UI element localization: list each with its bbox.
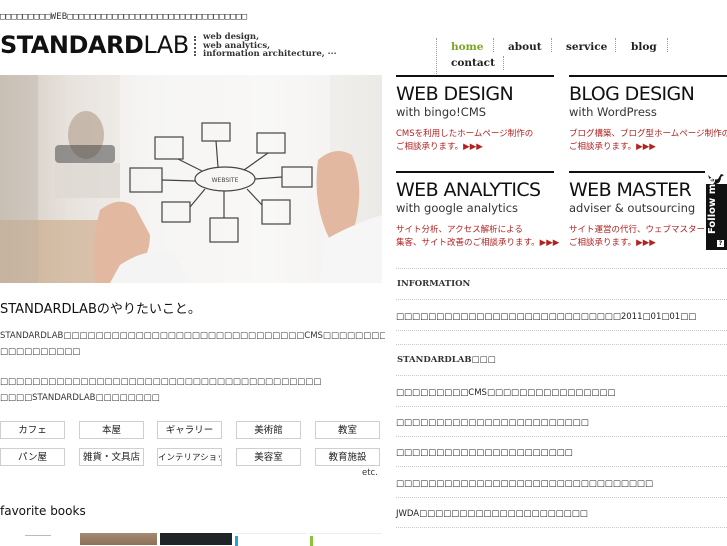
nav-home[interactable]: home: [451, 41, 483, 53]
intro-line: □□□□STANDARDLAB□□□□□□□□: [0, 393, 160, 403]
card-description: サイト分析、アクセス解析による 集客、サイト改善のご相談承ります。▶▶▶: [396, 225, 560, 248]
divider: [396, 497, 727, 498]
tag-stationery: 雑貨・文具店: [79, 448, 144, 466]
card-title: WEB MASTER: [569, 179, 692, 201]
nav-divider: [551, 38, 552, 52]
books-title: favorite books: [0, 504, 86, 518]
divider: [396, 375, 727, 376]
site-tagline: □□□□□□□□□WEB□□□□□□□□□□□□□□□□□□□□□□□□□□□□…: [0, 12, 248, 22]
site-logo[interactable]: STANDARD LAB: [0, 30, 189, 60]
logo-sub-line: information architecture, ···: [203, 49, 337, 59]
service-card-blog-design[interactable]: BLOG DESIGN with WordPress ブログ構築、ブログ型ホーム…: [569, 75, 727, 165]
divider: [396, 344, 727, 345]
nav-divider: [503, 56, 504, 70]
card-subtitle: adviser & outsourcing: [569, 201, 696, 215]
divider: [396, 436, 727, 437]
card-subtitle: with google analytics: [396, 201, 519, 215]
standardlab-item[interactable]: JWDA□□□□□□□□□□□□□□□□□□□□□: [396, 509, 588, 519]
tag-education: 教育施設: [315, 448, 380, 466]
divider: [396, 330, 727, 331]
diagram-center-label: WEBSITE: [212, 177, 239, 184]
tag-bookstore: 本屋: [79, 421, 144, 439]
card-rule: [396, 171, 554, 173]
service-card-web-analytics[interactable]: WEB ANALYTICS with google analytics サイト分…: [396, 171, 559, 261]
divider: [396, 268, 727, 269]
tag-classroom: 教室: [315, 421, 380, 439]
hero-image: WEBSITE: [0, 75, 382, 283]
book-cover[interactable]: [6, 533, 70, 545]
intro-paragraph-1: STANDARDLAB□□□□□□□□□□□□□□□□□□□□□□□□□□□□□…: [0, 328, 385, 360]
card-title: WEB DESIGN: [396, 83, 514, 105]
intro-line: □□□□□□□□□□: [0, 347, 81, 357]
book-cover[interactable]: [310, 533, 382, 546]
service-card-web-design[interactable]: WEB DESIGN with bingo!CMS CMSを利用したホームページ…: [396, 75, 554, 165]
tag-gallery: ギャラリー: [157, 421, 222, 439]
tag-beauty-salon: 美容室: [236, 448, 301, 466]
help-icon: ?: [717, 240, 724, 247]
card-description: CMSを利用したホームページ制作の ご相談承ります。▶▶▶: [396, 129, 534, 152]
intro-line: STANDARDLAB□□□□□□□□□□□□□□□□□□□□□□□□□□□□□…: [0, 331, 385, 341]
standardlab-item[interactable]: □□□□□□□□□CMS□□□□□□□□□□□□□□□□: [396, 388, 615, 398]
nav-divider: [436, 38, 437, 74]
divider: [396, 527, 727, 528]
intro-title: STANDARDLABのやりたいこと。: [0, 302, 201, 317]
card-title: BLOG DESIGN: [569, 83, 695, 105]
card-title: WEB ANALYTICS: [396, 179, 541, 201]
standardlab-heading: STANDARDLAB□□□: [397, 355, 496, 365]
logo-light-text: LAB: [143, 31, 189, 59]
information-item[interactable]: □□□□□□□□□□□□□□□□□□□□□□□□□□□□2011□01□01□□: [396, 312, 696, 322]
card-description: ブログ構築、ブログ型ホームページ制作の ご相談承ります。▶▶▶: [569, 129, 727, 152]
book-cover[interactable]: [235, 533, 307, 546]
logo-subtitle: web design, web analytics, information a…: [203, 33, 337, 59]
divider: [396, 406, 727, 407]
standardlab-item[interactable]: □□□□□□□□□□□□□□□□□□□□□□□□□□□□□□□□: [396, 479, 653, 489]
tag-interior-shop: インテリアショップ: [157, 448, 222, 466]
hero-illustration: WEBSITE: [0, 75, 382, 283]
card-rule: [569, 171, 705, 173]
intro-paragraph-2: □□□□□□□□□□□□□□□□□□□□□□□□□□□□□□□□□□□□□□□□…: [0, 374, 385, 406]
standardlab-item[interactable]: □□□□□□□□□□□□□□□□□□□□□□□□: [396, 418, 589, 428]
nav-divider: [667, 38, 668, 52]
nav-divider: [615, 38, 616, 52]
information-heading: INFORMATION: [397, 279, 471, 289]
card-description: サイト運営の代行、ウェブマスター育成ご相談承ります。▶▶▶: [569, 225, 705, 248]
logo-divider: [194, 36, 196, 56]
divider: [396, 466, 727, 467]
tag-bakery: パン屋: [0, 448, 65, 466]
follow-label: Follow me: [707, 177, 718, 234]
tags-etc: etc.: [362, 468, 378, 478]
nav-contact[interactable]: contact: [451, 57, 495, 69]
service-card-web-master[interactable]: WEB MASTER adviser & outsourcing サイト運営の代…: [569, 171, 705, 261]
tag-cafe: カフェ: [0, 421, 65, 439]
nav-about[interactable]: about: [508, 41, 542, 53]
book-cover[interactable]: [160, 533, 232, 545]
follow-me-badge[interactable]: Follow me ?: [706, 172, 727, 250]
tag-museum: 美術館: [236, 421, 301, 439]
card-subtitle: with bingo!CMS: [396, 105, 487, 119]
divider: [396, 299, 727, 300]
intro-line: □□□□□□□□□□□□□□□□□□□□□□□□□□□□□□□□□□□□□□□□: [0, 377, 322, 387]
logo-bold-text: STANDARD: [0, 31, 144, 59]
nav-divider: [493, 38, 494, 52]
card-subtitle: with WordPress: [569, 105, 657, 119]
card-rule: [396, 75, 554, 77]
nav-service[interactable]: service: [566, 41, 607, 53]
nav-blog[interactable]: blog: [631, 41, 657, 53]
standardlab-item[interactable]: □□□□□□□□□□□□□□□□□□□□□□: [396, 448, 573, 458]
book-cover[interactable]: [80, 533, 157, 545]
card-rule: [569, 75, 727, 77]
